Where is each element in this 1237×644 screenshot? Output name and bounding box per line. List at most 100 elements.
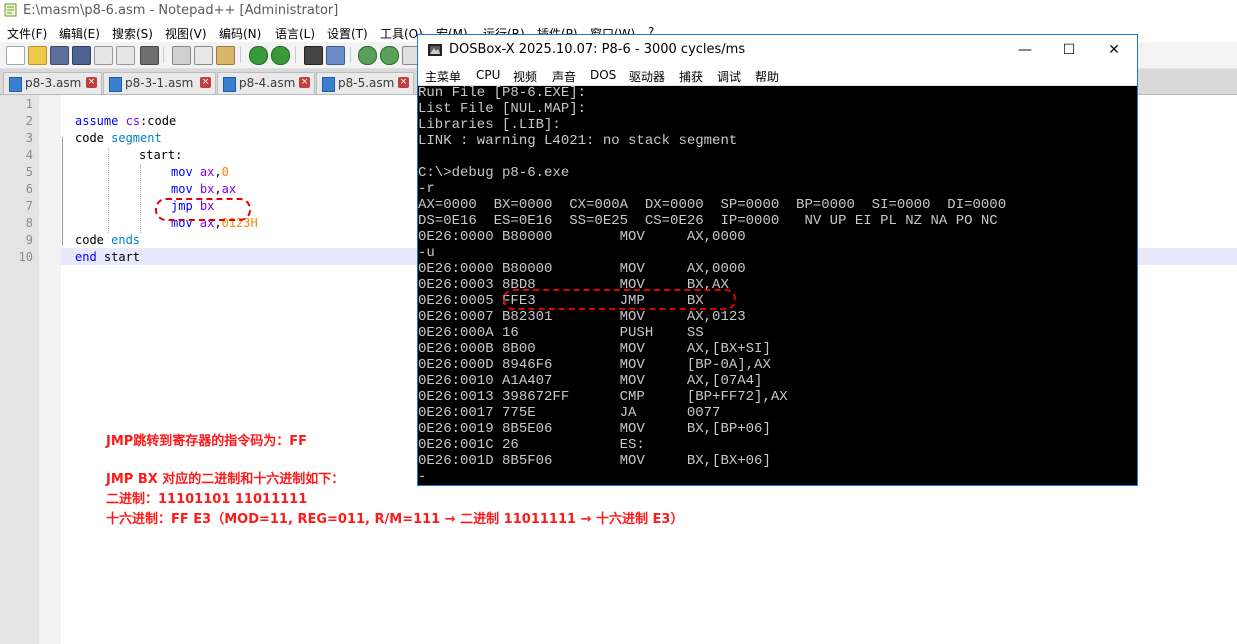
code-line-4: start: [139, 148, 183, 162]
menu-capture[interactable]: 捕获 [679, 68, 703, 85]
terminal-line: 0E26:0010 A1A407 MOV AX,[07A4] [418, 373, 763, 389]
note-line: 二进制：11101101 11011111 [106, 492, 308, 507]
tab-p8-4[interactable]: p8-4.asm × [217, 72, 315, 94]
terminal-line: 0E26:001C 26 ES: [418, 437, 645, 453]
menu-video[interactable]: 视频 [513, 68, 537, 85]
print-icon[interactable] [140, 46, 159, 65]
menu-drives[interactable]: 驱动器 [629, 68, 665, 85]
line-number: 2 [25, 114, 33, 128]
terminal-line: 0E26:0019 8B5E06 MOV BX,[BP+06] [418, 421, 771, 437]
terminal-line: Run File [P8-6.EXE]: [418, 85, 587, 101]
ffe3-jmp-bx-annotation [503, 289, 736, 310]
paste-icon[interactable] [216, 46, 235, 65]
cut-icon[interactable] [172, 46, 191, 65]
terminal-line: 0E26:0017 775E JA 0077 [418, 405, 721, 421]
toolbar-separator [240, 47, 241, 63]
new-file-icon[interactable] [6, 46, 25, 65]
terminal-line: 0E26:0000 B80000 MOV AX,0000 [418, 261, 746, 277]
file-icon [322, 77, 335, 92]
terminal-line: LINK : warning L4021: no stack segment [418, 133, 738, 149]
close-all-icon[interactable] [116, 46, 135, 65]
menu-search[interactable]: 搜索(S) [112, 25, 153, 42]
find-icon[interactable] [304, 46, 323, 65]
undo-icon[interactable] [249, 46, 268, 65]
close-icon[interactable]: ✕ [1091, 35, 1137, 65]
menu-debug[interactable]: 调试 [717, 68, 741, 85]
terminal-line: 0E26:000D 8946F6 MOV [BP-0A],AX [418, 357, 771, 373]
save-all-icon[interactable] [72, 46, 91, 65]
terminal-line: 0E26:0013 398672FF CMP [BP+FF72],AX [418, 389, 788, 405]
tab-label: p8-5.asm [338, 76, 395, 90]
toolbar-separator [295, 47, 296, 63]
tab-label: p8-4.asm [239, 76, 296, 90]
line-number-gutter: 1 2 3 4 5 6 7 8 9 10 [0, 95, 39, 644]
maximize-icon[interactable]: ☐ [1046, 35, 1092, 65]
close-icon[interactable]: × [200, 77, 211, 88]
dosbox-menubar: 主菜单 CPU 视频 声音 DOS 驱动器 捕获 调试 帮助 [418, 65, 1137, 86]
npp-title-bar: E:\masm\p8-6.asm - Notepad++ [Administra… [0, 0, 1237, 22]
menu-settings[interactable]: 设置(T) [327, 25, 368, 42]
zoom-in-icon[interactable] [358, 46, 377, 65]
tab-label: p8-3-1.asm [125, 76, 194, 90]
copy-icon[interactable] [194, 46, 213, 65]
jmp-bx-annotation [155, 198, 251, 221]
terminal-line: AX=0000 BX=0000 CX=000A DX=0000 SP=0000 … [418, 197, 1007, 213]
terminal-line: 0E26:000B 8B00 MOV AX,[BX+SI] [418, 341, 771, 357]
replace-icon[interactable] [326, 46, 345, 65]
tab-label: p8-3.asm [25, 76, 82, 90]
terminal-line: List File [NUL.MAP]: [418, 101, 587, 117]
tab-p8-3[interactable]: p8-3.asm × [3, 72, 102, 94]
menu-cpu[interactable]: CPU [476, 68, 500, 82]
terminal-prompt: - [418, 469, 427, 485]
file-icon [9, 77, 22, 92]
line-number: 7 [25, 199, 33, 213]
line-number: 9 [25, 233, 33, 247]
terminal-line: Libraries [.LIB]: [418, 117, 561, 133]
indent-guide [108, 148, 109, 233]
menu-view[interactable]: 视图(V) [165, 25, 207, 42]
code-line-9: code ends [75, 233, 141, 247]
redo-icon[interactable] [271, 46, 290, 65]
line-number: 6 [25, 182, 33, 196]
fold-marker [62, 137, 63, 246]
zoom-out-icon[interactable] [380, 46, 399, 65]
menu-help[interactable]: 帮助 [755, 68, 779, 85]
toolbar-separator [163, 47, 164, 63]
file-icon [109, 77, 122, 92]
dosbox-app-icon [428, 44, 442, 56]
notepadpp-app-icon [4, 3, 17, 17]
line-number: 4 [25, 148, 33, 162]
open-folder-icon[interactable] [28, 46, 47, 65]
save-icon[interactable] [50, 46, 69, 65]
close-icon[interactable]: × [398, 77, 409, 88]
menu-edit[interactable]: 编辑(E) [59, 25, 100, 42]
toolbar-separator [350, 47, 351, 63]
terminal-line: 0E26:0007 B82301 MOV AX,0123 [418, 309, 746, 325]
menu-dos[interactable]: DOS [590, 68, 616, 82]
line-number: 8 [25, 216, 33, 230]
minimize-icon[interactable]: — [1002, 35, 1048, 65]
dos-terminal-screen[interactable]: Run File [P8-6.EXE]: List File [NUL.MAP]… [418, 85, 1137, 485]
menu-main[interactable]: 主菜单 [425, 68, 461, 85]
menu-sound[interactable]: 声音 [552, 68, 576, 85]
close-icon[interactable]: × [86, 77, 97, 88]
note-line: JMP跳转到寄存器的指令码为：FF [106, 434, 308, 449]
code-line-2: assume cs:code [75, 114, 177, 128]
terminal-line: -r [418, 181, 435, 197]
code-line-3: code segment [75, 131, 162, 145]
dosbox-title-bar: DOSBox-X 2025.10.07: P8-6 - 3000 cycles/… [418, 35, 1137, 65]
menu-encoding[interactable]: 编码(N) [219, 25, 261, 42]
close-icon[interactable]: × [299, 77, 310, 88]
tab-p8-5[interactable]: p8-5.asm × [316, 72, 414, 94]
terminal-line: C:\>debug p8-6.exe [418, 165, 570, 181]
file-icon [223, 77, 236, 92]
close-file-icon[interactable] [94, 46, 113, 65]
note-line: JMP BX 对应的二进制和十六进制如下： [106, 472, 345, 487]
menu-language[interactable]: 语言(L) [275, 25, 315, 42]
menu-file[interactable]: 文件(F) [7, 25, 47, 42]
tab-p8-3-1[interactable]: p8-3-1.asm × [103, 72, 216, 94]
terminal-line: 0E26:0000 B80000 MOV AX,0000 [418, 229, 746, 245]
dosbox-title: DOSBox-X 2025.10.07: P8-6 - 3000 cycles/… [449, 42, 746, 57]
code-line-10: end start [75, 250, 141, 264]
terminal-line: 0E26:000A 16 PUSH SS [418, 325, 704, 341]
